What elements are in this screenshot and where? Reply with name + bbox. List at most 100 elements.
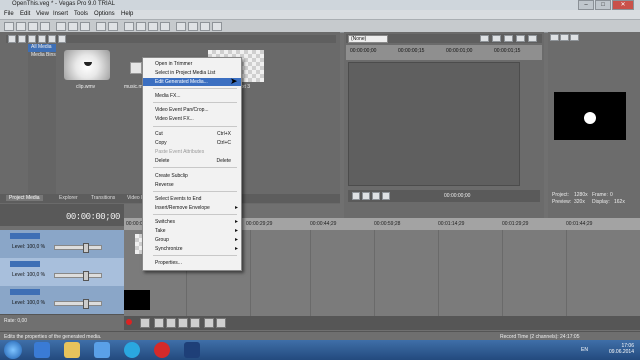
record-icon[interactable] (126, 319, 132, 325)
timeline-stop-icon[interactable] (190, 318, 200, 328)
properties-icon[interactable] (40, 22, 50, 31)
media-thumb-clip[interactable] (64, 50, 110, 80)
tab-project-media[interactable]: Project Media (6, 195, 43, 201)
play-from-start-icon[interactable] (154, 318, 164, 328)
menu-insert[interactable]: Insert (53, 11, 68, 17)
preview-quality-icon[interactable] (480, 35, 489, 42)
context-menu-item[interactable]: Take ▸ (143, 227, 241, 235)
import-icon[interactable] (8, 35, 16, 43)
track-3-slider-handle[interactable] (83, 299, 89, 309)
context-menu-item[interactable]: Reverse (143, 181, 241, 189)
cut-icon[interactable] (56, 22, 66, 31)
track-3-level-slider[interactable] (54, 299, 102, 309)
context-menu-item[interactable]: Media FX... (143, 92, 241, 100)
views-icon[interactable] (58, 35, 66, 43)
context-menu-item[interactable]: Open in Trimmer (143, 60, 241, 68)
zoom-tool-icon[interactable] (212, 22, 222, 31)
selection-tool-icon[interactable] (200, 22, 210, 31)
menu-help[interactable]: Help (121, 11, 133, 17)
context-menu-item[interactable]: Properties... (143, 259, 241, 267)
context-menu-item[interactable]: Delete Delete (143, 157, 241, 165)
context-menu-item[interactable]: Select in Project Media List (143, 69, 241, 77)
snap-icon[interactable] (124, 22, 134, 31)
media-fx-icon[interactable] (48, 35, 56, 43)
trimmer-ruler[interactable]: 00:00:00;00 00:00:00;15 00:00:01;00 00:0… (346, 45, 542, 60)
trimmer-dropdown[interactable]: (None) (348, 35, 388, 43)
auto-crossfade-icon[interactable] (136, 22, 146, 31)
normal-edit-tool-icon[interactable] (176, 22, 186, 31)
open-icon[interactable] (16, 22, 26, 31)
close-button[interactable]: ✕ (612, 0, 634, 10)
menu-options[interactable]: Options (94, 11, 115, 17)
save-icon[interactable] (28, 22, 38, 31)
timeline-play-icon[interactable] (166, 318, 176, 328)
maximize-button[interactable]: □ (595, 0, 611, 10)
start-button-icon[interactable] (4, 341, 22, 359)
redo-icon[interactable] (108, 22, 118, 31)
context-menu-item[interactable]: Copy Ctrl+C (143, 139, 241, 147)
play-icon[interactable] (362, 192, 370, 200)
track-header-2[interactable]: Level: 100,0 % (0, 258, 124, 287)
lock-envelopes-icon[interactable] (160, 22, 170, 31)
save-snapshot-icon[interactable] (528, 35, 537, 42)
tree-item-all-media[interactable]: All Media (28, 44, 56, 52)
tab-transitions[interactable]: Transitions (88, 195, 118, 201)
explorer-icon[interactable] (64, 342, 80, 358)
video-event-clip[interactable] (124, 290, 150, 310)
vegas-icon[interactable] (94, 342, 110, 358)
trimmer-canvas[interactable] (348, 62, 520, 186)
ie-icon[interactable] (34, 342, 50, 358)
loop-playback-icon[interactable] (140, 318, 150, 328)
context-menu-item[interactable]: Video Event Pan/Crop... (143, 106, 241, 114)
remove-media-icon[interactable] (38, 35, 46, 43)
copy-snapshot-icon[interactable] (516, 35, 525, 42)
context-menu-item[interactable]: Edit Generated Media... (143, 78, 241, 86)
split-screen-icon[interactable] (492, 35, 501, 42)
undo-icon[interactable] (96, 22, 106, 31)
context-menu-item[interactable]: Switches ▸ (143, 218, 241, 226)
language-indicator[interactable]: EN (581, 347, 588, 353)
track-1-level-slider[interactable] (54, 243, 102, 253)
ripple-icon[interactable] (148, 22, 158, 31)
go-to-start-icon[interactable] (204, 318, 214, 328)
overlays-icon[interactable] (504, 35, 513, 42)
vp-properties-icon[interactable] (550, 34, 559, 41)
taskbar-clock[interactable]: 17:06 09.06.2014 (609, 343, 634, 355)
tab-explorer[interactable]: Explorer (56, 195, 81, 201)
get-media-icon[interactable] (28, 35, 36, 43)
menu-tools[interactable]: Tools (74, 11, 88, 17)
menu-file[interactable]: File (4, 11, 14, 17)
timeline-pause-icon[interactable] (178, 318, 188, 328)
track-header-1[interactable]: Level: 100,0 % (0, 230, 124, 259)
context-menu-item[interactable]: Synchronize ▸ (143, 245, 241, 253)
paste-icon[interactable] (80, 22, 90, 31)
copy-icon[interactable] (68, 22, 78, 31)
track-1-slider-handle[interactable] (83, 243, 89, 253)
capture-icon[interactable] (18, 35, 26, 43)
context-menu-item[interactable]: Cut Ctrl+X (143, 130, 241, 138)
skype-icon[interactable] (124, 342, 140, 358)
vp-fx-icon[interactable] (570, 34, 579, 41)
stop-icon[interactable] (382, 192, 390, 200)
track-2-level-slider[interactable] (54, 271, 102, 281)
menu-view[interactable]: View (36, 11, 49, 17)
recorder-icon[interactable] (154, 342, 170, 358)
minimize-button[interactable]: – (578, 0, 594, 10)
context-menu-item[interactable]: Insert/Remove Envelope ▸ (143, 204, 241, 212)
context-menu-item[interactable]: Video Event FX... (143, 115, 241, 123)
context-menu-item[interactable]: Select Events to End (143, 195, 241, 203)
go-to-end-icon[interactable] (216, 318, 226, 328)
track-header-3[interactable]: Level: 100,0 % (0, 286, 124, 315)
pause-icon[interactable] (372, 192, 380, 200)
audio-file-icon[interactable] (130, 62, 142, 74)
context-menu-item[interactable]: Create Subclip (143, 172, 241, 180)
track-2-slider-handle[interactable] (83, 271, 89, 281)
envelope-tool-icon[interactable] (188, 22, 198, 31)
menu-edit[interactable]: Edit (20, 11, 30, 17)
context-menu-item[interactable]: Group ▸ (143, 236, 241, 244)
app-icon[interactable] (184, 342, 200, 358)
new-icon[interactable] (4, 22, 14, 31)
loop-icon[interactable] (352, 192, 360, 200)
vp-ext-monitor-icon[interactable] (560, 34, 569, 41)
tree-item-media-bins[interactable]: Media Bins (28, 52, 56, 60)
